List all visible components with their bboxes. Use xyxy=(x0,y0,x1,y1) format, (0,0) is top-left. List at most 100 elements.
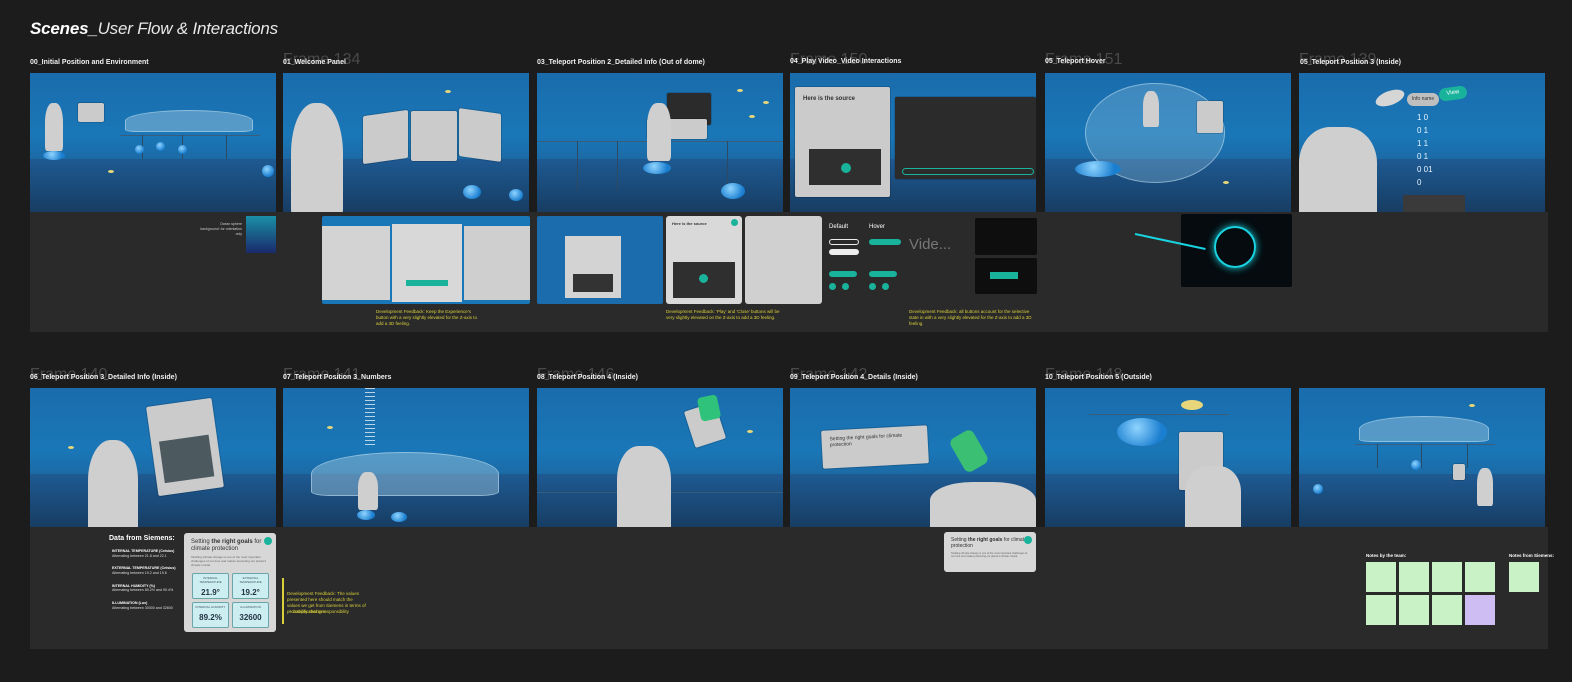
siemens-item-name: INTERNAL TEMPERATURE (Celsius) xyxy=(112,549,175,553)
frame-label: 00_Initial Position and Environment xyxy=(30,59,149,66)
fish xyxy=(108,170,114,173)
sticky-note[interactable] xyxy=(1399,595,1429,625)
scene-teleport-position-4-details[interactable]: Setting the right goals for climate prot… xyxy=(790,388,1036,527)
video-progress-bar[interactable] xyxy=(902,168,1034,175)
video-state-thumb[interactable] xyxy=(975,258,1037,294)
climate-panel-title: Setting the right goals for climate prot… xyxy=(829,432,903,449)
play-icon[interactable] xyxy=(829,283,836,290)
button-state-primary-hover[interactable] xyxy=(869,271,897,277)
scene-floor xyxy=(30,474,276,527)
button-state-primary[interactable] xyxy=(829,271,857,277)
teleport-orb xyxy=(509,189,523,201)
metric-illumination: ILLUMINATION 32600 xyxy=(232,602,269,628)
close-icon[interactable] xyxy=(731,219,738,226)
play-icon[interactable] xyxy=(699,274,708,283)
play-icon[interactable] xyxy=(869,283,876,290)
teleport-orb xyxy=(156,142,165,151)
scene-teleport-position-4[interactable] xyxy=(537,388,783,527)
play-icon[interactable] xyxy=(841,163,851,173)
welcome-panel-center xyxy=(411,111,457,161)
metric-internal-humidity: INTERNAL HUMIDITY 89.2% xyxy=(192,602,229,628)
close-icon[interactable] xyxy=(264,537,272,545)
metric-label: INTERNAL HUMIDITY xyxy=(195,605,226,609)
welcome-panel-closeup[interactable] xyxy=(322,216,530,304)
video-state-thumb[interactable] xyxy=(975,218,1037,255)
scene-teleport-position-5[interactable] xyxy=(1045,388,1291,527)
empty-card xyxy=(745,216,822,304)
info-capsule xyxy=(1373,86,1407,110)
welcome-panel-left xyxy=(363,109,408,165)
view-button[interactable]: View xyxy=(1438,85,1468,102)
video-player[interactable] xyxy=(895,97,1036,179)
sticky-note[interactable] xyxy=(1366,562,1396,592)
scene-outside-final[interactable] xyxy=(1299,388,1545,527)
binary-line: 0 xyxy=(1417,178,1422,187)
notes-siemens-title: Notes from Siemens: xyxy=(1509,553,1555,558)
sensor-device xyxy=(696,394,722,422)
button-state-hover[interactable] xyxy=(869,239,901,245)
frame-label: 07_Teleport Position 3_Numbers xyxy=(283,374,392,381)
teleport-orb xyxy=(357,510,375,520)
info-panel xyxy=(565,236,621,298)
metric-value: 19.2° xyxy=(241,588,260,597)
climate-card-with-metrics[interactable]: Setting the right goals for climate prot… xyxy=(184,533,276,632)
fish xyxy=(737,89,743,92)
pole xyxy=(226,135,227,159)
fish xyxy=(1181,400,1203,410)
siemens-item: EXTERNAL TEMPERATURE (Celsius) Alternatin… xyxy=(112,566,182,575)
teleport-orb xyxy=(178,145,187,154)
scene-teleport-hover[interactable] xyxy=(1045,73,1291,212)
siemens-item: ILLUMINATION (Lux) Alternating between 30… xyxy=(112,601,182,610)
frame-label: 10_Teleport Position 5 (Outside) xyxy=(1045,374,1152,381)
info-panel xyxy=(1453,464,1465,480)
info-panel xyxy=(1197,101,1223,133)
avatar-figure xyxy=(1143,91,1159,127)
avatar-figure xyxy=(1477,468,1493,506)
detailed-info-thumb[interactable] xyxy=(537,216,663,304)
dome xyxy=(125,110,253,132)
sticky-note[interactable] xyxy=(1432,595,1462,625)
climate-card-small[interactable]: Setting the right goals for climate prot… xyxy=(944,532,1036,572)
scene-initial-position[interactable] xyxy=(30,73,276,212)
scene-teleport-position-3-numbers[interactable] xyxy=(283,388,529,527)
welcome-start-button[interactable] xyxy=(406,280,448,286)
scene-play-video[interactable]: Here is the source xyxy=(790,73,1036,212)
video-info-card[interactable]: Here is the source xyxy=(666,216,742,304)
gradient-note: Ocean sphere background: for orientation… xyxy=(200,222,242,236)
scene-welcome-panel[interactable] xyxy=(283,73,529,212)
sticky-note[interactable] xyxy=(1509,562,1539,592)
teleport-hover-closeup[interactable] xyxy=(1181,214,1292,287)
video-state-thumb[interactable] xyxy=(909,258,972,294)
scene-teleport-position-3-detailed[interactable] xyxy=(30,388,276,527)
avatar-figure xyxy=(358,472,378,510)
pole xyxy=(1377,444,1378,468)
siemens-item: INTERNAL TEMPERATURE (Celsius) Alternatin… xyxy=(112,549,182,558)
fish xyxy=(747,430,753,433)
scene-teleport-position-2[interactable] xyxy=(537,73,783,212)
video-state-button[interactable] xyxy=(990,272,1018,279)
avatar-figure xyxy=(88,440,138,527)
sticky-note[interactable] xyxy=(1432,562,1462,592)
sticky-note[interactable] xyxy=(1465,595,1495,625)
sticky-note[interactable] xyxy=(1366,595,1396,625)
pole xyxy=(1467,444,1468,468)
frame-label: 08_Teleport Position 4 (Inside) xyxy=(537,374,639,381)
pause-icon[interactable] xyxy=(882,283,889,290)
frame-label: 03_Teleport Position 2_Detailed Info (Ou… xyxy=(537,59,705,66)
siemens-item-name: EXTERNAL TEMPERATURE (Celsius) xyxy=(112,566,176,571)
sensor-device xyxy=(948,428,990,474)
sticky-note[interactable] xyxy=(1465,562,1495,592)
close-icon[interactable] xyxy=(1024,536,1032,544)
avatar-figure xyxy=(930,482,1036,527)
teleport-orb xyxy=(135,145,144,154)
teleport-orb[interactable] xyxy=(1075,161,1121,177)
teleport-orb xyxy=(643,162,671,174)
scene-teleport-position-3[interactable]: Info name View 1 0 0 1 1 1 0 1 0 01 0 xyxy=(1299,73,1545,212)
fish xyxy=(445,90,451,93)
sticky-note[interactable] xyxy=(1399,562,1429,592)
pause-icon[interactable] xyxy=(842,283,849,290)
teleport-orb xyxy=(1411,460,1421,470)
binary-line: 0 1 xyxy=(1417,152,1429,161)
button-state-outline[interactable] xyxy=(829,239,859,245)
button-state-filled[interactable] xyxy=(829,249,859,255)
